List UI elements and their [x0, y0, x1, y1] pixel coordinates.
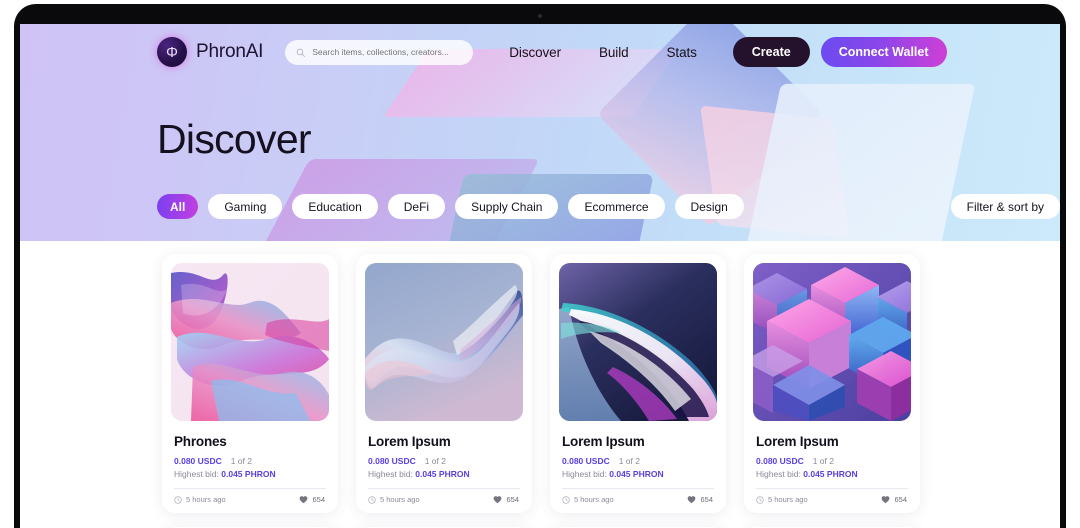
- hero-section: Φ PhronAI Discover Build Stats Create: [20, 24, 1060, 241]
- chip-education[interactable]: Education: [292, 194, 378, 219]
- nft-price-row: 0.080 USDC 1 of 2: [756, 456, 911, 466]
- nft-artwork-dark-swoosh[interactable]: [559, 263, 717, 421]
- clock-icon: [562, 495, 570, 504]
- nft-bid-value: 0.045 PHRON: [221, 469, 276, 479]
- nft-like-count: 654: [700, 495, 713, 504]
- nft-like-count: 654: [506, 495, 519, 504]
- nft-like-count: 654: [312, 495, 325, 504]
- nft-price: 0.080 USDC: [756, 456, 804, 466]
- nft-meta-row: 5 hours ago 654: [753, 489, 911, 513]
- nft-price: 0.080 USDC: [174, 456, 222, 466]
- navbar: Φ PhronAI Discover Build Stats Create: [20, 24, 1060, 80]
- nft-card-grid: Phrones 0.080 USDC 1 of 2 Highest bid: 0…: [20, 254, 1060, 513]
- nft-card[interactable]: Lorem Ipsum 0.080 USDC 1 of 2 Highest bi…: [744, 254, 920, 513]
- heart-icon: [494, 496, 502, 504]
- nft-artwork-silk-wave[interactable]: [365, 263, 523, 421]
- webcam-dot: [538, 14, 542, 18]
- nft-price: 0.080 USDC: [368, 456, 416, 466]
- chip-supply-chain[interactable]: Supply Chain: [455, 194, 559, 219]
- nft-likes[interactable]: 654: [687, 495, 713, 504]
- browser-screen: Φ PhronAI Discover Build Stats Create: [20, 24, 1060, 528]
- nft-meta-row: 5 hours ago 654: [171, 489, 329, 513]
- nft-price-row: 0.080 USDC 1 of 2: [174, 456, 329, 466]
- nft-time-text: 5 hours ago: [574, 495, 614, 504]
- page-title: Discover: [157, 116, 312, 162]
- heart-icon: [300, 496, 308, 504]
- nft-meta-row: 5 hours ago 654: [559, 489, 717, 513]
- laptop-frame: Φ PhronAI Discover Build Stats Create: [14, 4, 1066, 528]
- nft-grid-section: Phrones 0.080 USDC 1 of 2 Highest bid: 0…: [20, 241, 1060, 528]
- nft-artwork-abstract-waves[interactable]: [171, 263, 329, 421]
- nft-highest-bid: Highest bid: 0.045 PHRON: [368, 469, 523, 479]
- nav-link-discover[interactable]: Discover: [509, 45, 561, 60]
- nft-highest-bid: Highest bid: 0.045 PHRON: [174, 469, 329, 479]
- nft-title: Lorem Ipsum: [562, 434, 645, 449]
- nft-time-text: 5 hours ago: [380, 495, 420, 504]
- clock-icon: [174, 495, 182, 504]
- nft-price: 0.080 USDC: [562, 456, 610, 466]
- heart-icon: [688, 496, 696, 504]
- search-box[interactable]: [285, 39, 474, 65]
- clock-icon: [756, 495, 764, 504]
- nft-bid-label: Highest bid:: [562, 469, 607, 479]
- nft-edition: 1 of 2: [424, 456, 446, 466]
- nft-bid-label: Highest bid:: [174, 469, 219, 479]
- search-icon: [296, 48, 306, 57]
- nft-likes[interactable]: 654: [493, 495, 519, 504]
- brand-name: PhronAI: [196, 41, 264, 62]
- nft-edition: 1 of 2: [812, 456, 834, 466]
- nft-highest-bid: Highest bid: 0.045 PHRON: [756, 469, 911, 479]
- nft-title: Lorem Ipsum: [368, 434, 451, 449]
- nft-likes[interactable]: 654: [299, 495, 325, 504]
- phi-logo-icon: Φ: [157, 37, 187, 67]
- nft-edition: 1 of 2: [618, 456, 640, 466]
- nft-artwork-iso-cubes[interactable]: [753, 263, 911, 421]
- category-filter-row: All Gaming Education DeFi Supply Chain E…: [157, 194, 1060, 219]
- connect-wallet-button[interactable]: Connect Wallet: [820, 37, 947, 67]
- nft-title: Phrones: [174, 434, 227, 449]
- clock-icon: [368, 495, 376, 504]
- nav-links: Discover Build Stats: [509, 45, 697, 60]
- chip-design[interactable]: Design: [674, 194, 744, 219]
- nft-card[interactable]: Lorem Ipsum 0.080 USDC 1 of 2 Highest bi…: [550, 254, 726, 513]
- nft-timestamp: 5 hours ago: [562, 495, 614, 504]
- heart-icon: [882, 496, 890, 504]
- nav-link-build[interactable]: Build: [599, 45, 629, 60]
- nft-timestamp: 5 hours ago: [368, 495, 420, 504]
- nft-price-row: 0.080 USDC 1 of 2: [562, 456, 717, 466]
- chip-ecommerce[interactable]: Ecommerce: [568, 194, 665, 219]
- nft-time-text: 5 hours ago: [186, 495, 226, 504]
- brand-logo[interactable]: Φ PhronAI: [157, 37, 263, 67]
- nft-bid-value: 0.045 PHRON: [609, 469, 664, 479]
- nft-edition: 1 of 2: [230, 456, 252, 466]
- nft-bid-value: 0.045 PHRON: [415, 469, 470, 479]
- nft-bid-label: Highest bid:: [756, 469, 801, 479]
- nft-timestamp: 5 hours ago: [174, 495, 226, 504]
- chip-defi[interactable]: DeFi: [387, 194, 446, 219]
- nft-meta-row: 5 hours ago 654: [365, 489, 523, 513]
- nft-highest-bid: Highest bid: 0.045 PHRON: [562, 469, 717, 479]
- nft-bid-label: Highest bid:: [368, 469, 413, 479]
- nft-timestamp: 5 hours ago: [756, 495, 808, 504]
- nft-likes[interactable]: 654: [881, 495, 907, 504]
- create-button[interactable]: Create: [732, 37, 810, 67]
- chip-all[interactable]: All: [157, 194, 199, 219]
- nft-price-row: 0.080 USDC 1 of 2: [368, 456, 523, 466]
- nft-card[interactable]: Phrones 0.080 USDC 1 of 2 Highest bid: 0…: [162, 254, 338, 513]
- filter-and-sort-button[interactable]: Filter & sort by: [950, 194, 1060, 219]
- search-input[interactable]: [312, 47, 463, 57]
- nft-bid-value: 0.045 PHRON: [803, 469, 858, 479]
- nft-title: Lorem Ipsum: [756, 434, 839, 449]
- chip-gaming[interactable]: Gaming: [208, 194, 283, 219]
- nav-link-stats[interactable]: Stats: [667, 45, 697, 60]
- nft-card[interactable]: Lorem Ipsum 0.080 USDC 1 of 2 Highest bi…: [356, 254, 532, 513]
- nft-time-text: 5 hours ago: [768, 495, 808, 504]
- nft-like-count: 654: [894, 495, 907, 504]
